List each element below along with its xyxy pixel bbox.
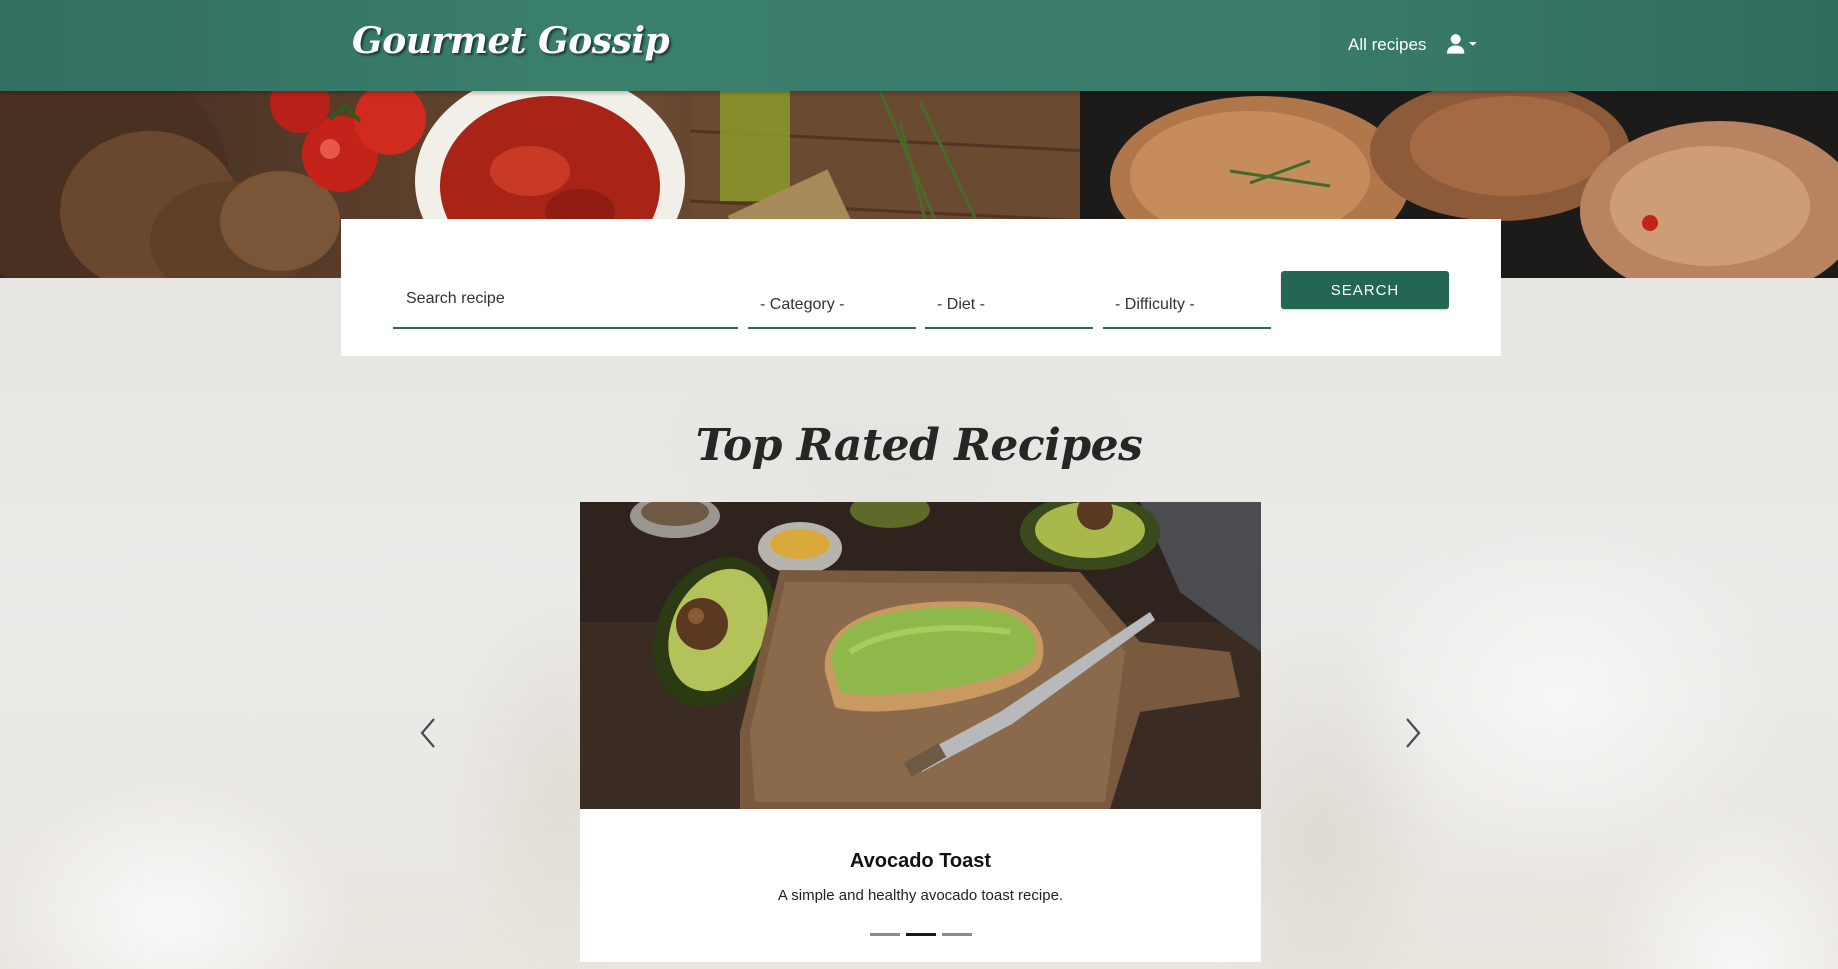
search-panel: - Category - - Diet - - Difficulty - SEA… — [341, 219, 1501, 356]
search-button[interactable]: SEARCH — [1281, 271, 1449, 309]
search-recipe-field[interactable] — [393, 271, 738, 329]
recipe-image — [580, 502, 1261, 809]
difficulty-select-value: - Difficulty - — [1115, 296, 1195, 313]
carousel-indicator-3[interactable] — [941, 933, 972, 936]
carousel-slide[interactable]: Avocado Toast A simple and healthy avoca… — [580, 502, 1261, 962]
user-icon — [1446, 34, 1465, 54]
avocado-toast-photo — [580, 502, 1261, 809]
carousel-next-button[interactable] — [1401, 716, 1425, 750]
diet-select[interactable]: - Diet - — [925, 271, 1093, 329]
carousel-indicator-1[interactable] — [869, 933, 900, 936]
search-recipe-input[interactable] — [393, 271, 738, 327]
recipe-description: A simple and healthy avocado toast recip… — [777, 887, 1064, 904]
chevron-right-icon — [1406, 718, 1421, 748]
user-menu-toggle[interactable] — [1446, 31, 1478, 57]
chevron-left-icon — [420, 718, 435, 748]
section-title-top-rated: Top Rated Recipes — [695, 420, 1143, 471]
carousel-prev-button[interactable] — [416, 716, 440, 750]
carousel-indicator-2[interactable] — [905, 933, 936, 936]
navbar: Gourmet Gossip All recipes — [0, 0, 1838, 91]
caret-down-icon — [1469, 42, 1478, 46]
carousel-indicators — [580, 933, 1261, 936]
category-select-value: - Category - — [760, 296, 845, 313]
difficulty-select[interactable]: - Difficulty - — [1103, 271, 1271, 329]
nav-all-recipes-link[interactable]: All recipes — [1348, 35, 1426, 55]
brand-logo[interactable]: Gourmet Gossip — [352, 20, 670, 62]
recipe-title[interactable]: Avocado Toast — [580, 850, 1261, 873]
category-select[interactable]: - Category - — [748, 271, 916, 329]
diet-select-value: - Diet - — [937, 296, 985, 313]
